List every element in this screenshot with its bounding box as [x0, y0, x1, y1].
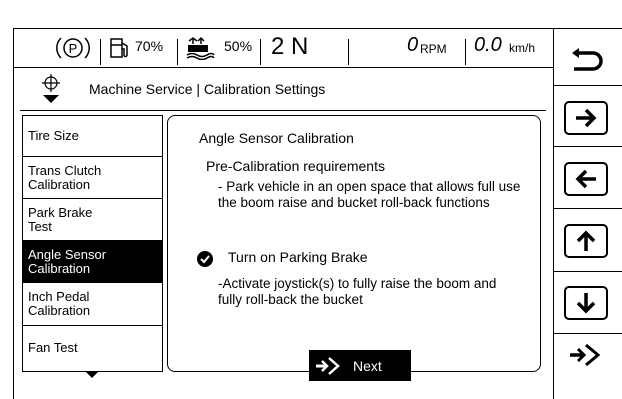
gear-display: 2 N	[271, 33, 309, 60]
def-level: 50%	[224, 38, 253, 54]
instruction-text: -Activate joystick(s) to fully raise the…	[218, 276, 497, 307]
sidebar-item-label: Park Brake Test	[28, 204, 93, 234]
speed-unit: km/h	[509, 41, 536, 55]
rpm-value: 0	[407, 34, 419, 56]
enter-icon	[570, 343, 601, 367]
fuel-level: 70%	[135, 38, 164, 54]
requirements-heading: Pre-Calibration requirements	[206, 158, 385, 174]
enter-button[interactable]	[564, 338, 608, 372]
back-icon	[572, 48, 603, 71]
content-panel	[167, 115, 541, 372]
next-button-label: Next	[353, 357, 382, 374]
breadcrumb: Machine Service | Calibration Settings	[89, 81, 326, 97]
status-divider	[14, 67, 553, 68]
sidebar-item-fan-test[interactable]: Fan Test	[23, 326, 162, 369]
sidebar-menu: Tire Size Trans Clutch Calibration Park …	[22, 115, 163, 372]
arrow-up-icon	[576, 230, 596, 251]
enter-icon	[316, 356, 340, 375]
sidebar-item-trans-clutch-calibration[interactable]: Trans Clutch Calibration	[23, 157, 162, 199]
sidebar-item-tire-size[interactable]: Tire Size	[23, 116, 162, 157]
check-icon	[197, 251, 213, 267]
arrow-right-button[interactable]	[564, 101, 608, 135]
fuel-icon	[110, 38, 128, 58]
sidebar-item-park-brake-test[interactable]: Park Brake Test	[23, 199, 162, 241]
svg-text:P: P	[69, 41, 78, 56]
sidebar-item-inch-pedal-calibration[interactable]: Inch Pedal Calibration	[23, 283, 162, 326]
sidebar-item-label: Tire Size	[28, 128, 79, 143]
scroll-down-icon[interactable]	[85, 371, 99, 379]
check-item-label: Turn on Parking Brake	[228, 249, 368, 265]
sidebar-item-label: Angle Sensor Calibration	[28, 246, 107, 276]
def-fluid-icon	[186, 36, 215, 60]
rpm-unit: RPM	[420, 42, 447, 56]
header-divider	[20, 110, 546, 111]
speed-value: 0.0	[474, 34, 502, 56]
arrow-down-button[interactable]	[564, 286, 608, 320]
sidebar-item-label: Fan Test	[28, 339, 78, 355]
sidebar-item-label: Trans Clutch Calibration	[28, 162, 102, 192]
machine-service-icon	[42, 74, 60, 103]
arrow-right-icon	[576, 108, 597, 128]
arrow-left-icon	[575, 169, 596, 189]
status-bar: P 70% 50% 2 N 0 RPM 0.0 km/h	[14, 29, 553, 67]
sidebar-item-label: Inch Pedal Calibration	[28, 289, 91, 318]
arrow-down-icon	[576, 293, 596, 314]
arrow-up-button[interactable]	[564, 224, 608, 258]
back-button[interactable]	[564, 44, 608, 78]
park-brake-icon: P	[56, 37, 90, 59]
page-title: Angle Sensor Calibration	[199, 130, 354, 146]
arrow-left-button[interactable]	[564, 162, 608, 196]
next-button[interactable]: Next	[309, 350, 411, 381]
sidebar-item-angle-sensor-calibration[interactable]: Angle Sensor Calibration	[23, 241, 162, 283]
requirement-text: - Park vehicle in an open space that all…	[218, 179, 521, 210]
